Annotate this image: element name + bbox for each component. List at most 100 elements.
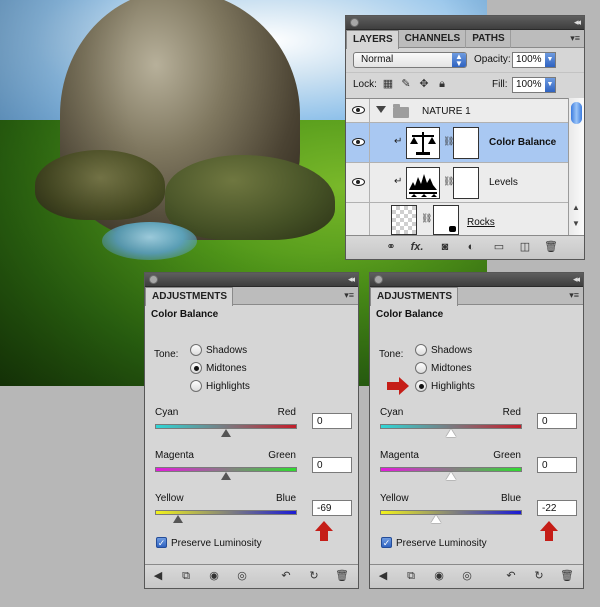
trash-icon[interactable]: 🗑︎ [560, 570, 574, 583]
opacity-label: Opacity: [474, 54, 511, 65]
radio-midtones[interactable] [415, 362, 427, 374]
radio-highlights[interactable] [415, 380, 427, 392]
reset-icon[interactable]: ↻ [532, 570, 546, 583]
chevron-updown-icon: ▲ ▼ [452, 53, 466, 68]
trash-icon[interactable]: 🗑︎ [544, 241, 558, 254]
previous-state-icon[interactable]: ↶ [504, 570, 518, 583]
tab-paths[interactable]: PATHS [466, 30, 511, 48]
back-arrow-icon[interactable]: ◀ [151, 570, 165, 583]
preserve-luminosity-checkbox[interactable]: ✓ [381, 537, 392, 548]
eye-icon[interactable]: ◎ [460, 570, 474, 583]
close-icon[interactable] [350, 18, 359, 27]
layer-mask-thumbnail[interactable] [433, 205, 459, 235]
layer-mask-thumbnail[interactable] [453, 127, 479, 159]
panel-menu-icon[interactable]: ▾≡ [569, 290, 579, 301]
lock-image-icon[interactable]: ✎ [400, 78, 412, 90]
tab-channels[interactable]: CHANNELS [399, 30, 467, 48]
yellow-blue-slider-knob[interactable] [173, 515, 183, 523]
lock-position-icon[interactable]: ✥ [418, 78, 430, 90]
folder-icon [393, 104, 409, 118]
layer-mask-thumbnail[interactable] [453, 167, 479, 199]
panel-titlebar[interactable]: ◂◂ [346, 16, 584, 30]
folder-icon[interactable]: ▭ [492, 241, 506, 254]
collapse-icon[interactable]: ◂◂ [574, 17, 581, 28]
tab-adjustments[interactable]: ADJUSTMENTS [145, 287, 234, 306]
layer-row-group[interactable]: NATURE 1 [346, 99, 568, 123]
clip-to-layer-icon[interactable]: ◉ [207, 570, 221, 583]
tab-adjustments[interactable]: ADJUSTMENTS [370, 287, 459, 306]
trash-icon[interactable]: 🗑︎ [335, 570, 349, 583]
scroll-down-icon[interactable]: ▼ [572, 219, 580, 228]
radio-shadows[interactable] [190, 344, 202, 356]
previous-state-icon[interactable]: ↶ [279, 570, 293, 583]
radio-label: Shadows [206, 345, 248, 356]
panel-menu-icon[interactable]: ▾≡ [570, 33, 580, 44]
preserve-luminosity-label: Preserve Luminosity [396, 538, 487, 549]
magenta-green-slider-knob[interactable] [446, 472, 456, 480]
cyan-red-value-field[interactable]: 0 [312, 413, 352, 429]
layer-name: Levels [489, 177, 518, 188]
layer-row-rocks[interactable]: ⛓ Rocks [346, 203, 568, 236]
slider-left-label: Magenta [155, 450, 194, 461]
adjustment-icon[interactable]: ◐ [464, 241, 478, 254]
clip-to-layer-icon[interactable]: ◉ [432, 570, 446, 583]
fx-icon[interactable]: fx. [410, 241, 424, 254]
chevron-down-icon[interactable]: ▼ [545, 78, 555, 92]
collapse-icon[interactable]: ◂◂ [573, 274, 580, 285]
blend-mode-value: Normal [361, 54, 394, 65]
fill-field[interactable]: 100% ▼ [512, 77, 556, 93]
magenta-green-value-field[interactable]: 0 [537, 457, 577, 473]
mask-icon[interactable]: ◙ [438, 241, 452, 254]
opacity-field[interactable]: 100% ▼ [512, 52, 556, 68]
panel-titlebar[interactable]: ◂◂ [145, 273, 358, 287]
back-arrow-icon[interactable]: ◀ [376, 570, 390, 583]
scroll-up-icon[interactable]: ▲ [572, 203, 580, 212]
yellow-blue-value-field[interactable]: -69 [312, 500, 352, 516]
yellow-blue-slider-track[interactable] [380, 510, 522, 515]
expand-view-icon[interactable]: ⧉ [179, 570, 193, 583]
visibility-toggle[interactable] [346, 123, 370, 162]
layers-panel: ◂◂ LAYERS CHANNELS PATHS ▾≡ Normal ▲ ▼ Op… [345, 15, 585, 260]
collapse-icon[interactable]: ◂◂ [348, 274, 355, 285]
layers-scrollbar[interactable]: ▲ ▼ [568, 98, 584, 235]
visibility-toggle[interactable] [346, 163, 370, 202]
link-icon[interactable]: ⛓ [421, 213, 432, 224]
expand-triangle-icon[interactable] [376, 106, 386, 113]
magenta-green-slider-knob[interactable] [221, 472, 231, 480]
adjustments-footer: ◀ ⧉ ◉ ◎ ↶ ↻ 🗑︎ [145, 564, 358, 588]
tone-label: Tone: [154, 349, 179, 360]
slider-right-label: Red [277, 407, 296, 418]
close-icon[interactable] [374, 275, 383, 284]
new-layer-icon[interactable]: ◫ [518, 241, 532, 254]
preserve-luminosity-checkbox[interactable]: ✓ [156, 537, 167, 548]
visibility-toggle[interactable] [346, 99, 370, 122]
magenta-green-value-field[interactable]: 0 [312, 457, 352, 473]
radio-highlights[interactable] [190, 380, 202, 392]
tab-layers[interactable]: LAYERS [346, 30, 399, 49]
cyan-red-value-field[interactable]: 0 [537, 413, 577, 429]
reset-icon[interactable]: ↻ [307, 570, 321, 583]
scrollbar-thumb[interactable] [571, 102, 582, 124]
opacity-value: 100% [516, 54, 542, 65]
slider-left-label: Cyan [155, 407, 179, 418]
panel-menu-icon[interactable]: ▾≡ [344, 290, 354, 301]
lock-all-icon[interactable]: 🔒︎ [436, 78, 448, 90]
radio-midtones[interactable] [190, 362, 202, 374]
blend-mode-select[interactable]: Normal ▲ ▼ [353, 52, 467, 68]
chevron-down-icon[interactable]: ▼ [545, 53, 555, 67]
lock-transparency-icon[interactable]: ▦ [382, 78, 394, 90]
cyan-red-slider-knob[interactable] [221, 429, 231, 437]
link-icon[interactable]: ⚭ [384, 241, 398, 254]
yellow-blue-value-field[interactable]: -22 [537, 500, 577, 516]
layer-row-levels[interactable]: ↵ ⛓ Levels [346, 163, 568, 203]
adjustments-panel-highlights: ◂◂ ADJUSTMENTS ▾≡ Color Balance Tone: Sh… [369, 272, 584, 589]
expand-view-icon[interactable]: ⧉ [404, 570, 418, 583]
yellow-blue-slider-knob[interactable] [431, 515, 441, 523]
close-icon[interactable] [149, 275, 158, 284]
layer-list: NATURE 1 ↵ ⛓ Color Balance ↵ ⛓ Levels ⛓ … [346, 98, 584, 236]
layer-row-color-balance[interactable]: ↵ ⛓ Color Balance [346, 123, 568, 163]
panel-titlebar[interactable]: ◂◂ [370, 273, 583, 287]
cyan-red-slider-knob[interactable] [446, 429, 456, 437]
radio-shadows[interactable] [415, 344, 427, 356]
eye-icon[interactable]: ◎ [235, 570, 249, 583]
